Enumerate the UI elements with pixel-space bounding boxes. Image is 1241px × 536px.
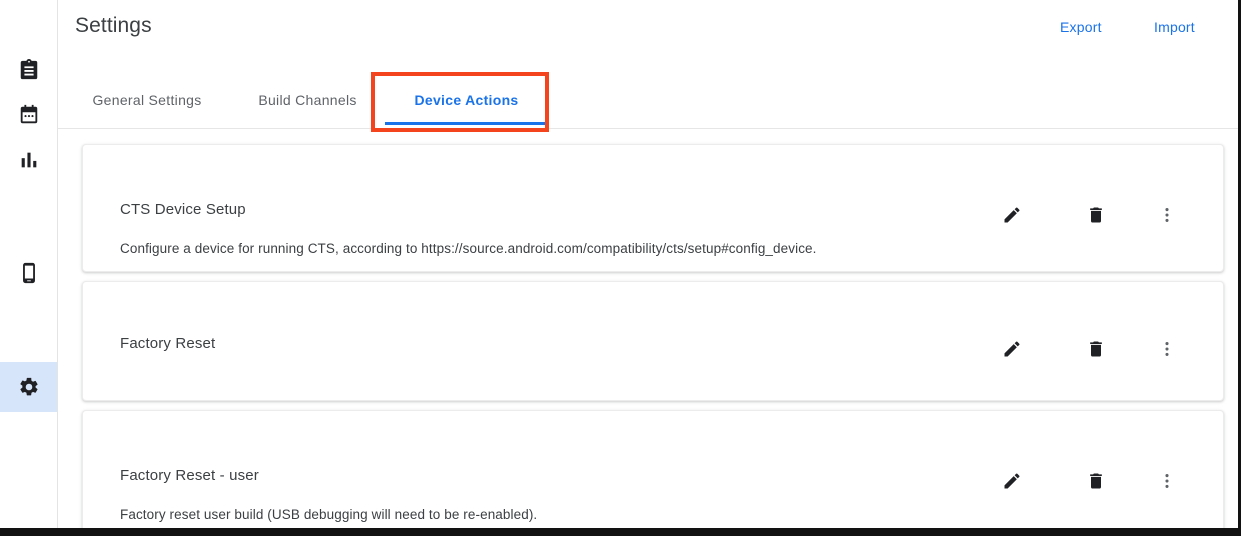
- delete-icon: [1086, 471, 1106, 491]
- calendar-icon: [18, 104, 40, 126]
- clipboard-icon: [18, 59, 40, 81]
- sidebar-item-reports[interactable]: [0, 135, 57, 185]
- more-vert-icon: [1157, 339, 1177, 359]
- delete-button[interactable]: [1076, 461, 1116, 501]
- page-title: Settings: [75, 14, 152, 37]
- more-options-button[interactable]: [1147, 461, 1187, 501]
- import-button[interactable]: Import: [1154, 19, 1195, 35]
- delete-button[interactable]: [1076, 329, 1116, 369]
- sidebar-item-devices[interactable]: [0, 248, 57, 298]
- sidebar: [0, 0, 58, 528]
- device-actions-list: CTS Device Setup Configure a device for …: [58, 129, 1238, 528]
- more-options-button[interactable]: [1147, 195, 1187, 235]
- bar-chart-icon: [18, 149, 40, 171]
- device-action-description: Factory reset user build (USB debugging …: [120, 507, 538, 522]
- app-window: Settings Export Import General Settings …: [0, 0, 1241, 536]
- sidebar-item-schedule[interactable]: [0, 90, 57, 140]
- main-content: Settings Export Import General Settings …: [58, 0, 1238, 528]
- sidebar-item-settings[interactable]: [0, 362, 57, 412]
- tab-build-channels[interactable]: Build Channels: [235, 72, 380, 128]
- edit-icon: [1002, 339, 1022, 359]
- tab-device-actions[interactable]: Device Actions: [378, 72, 555, 128]
- delete-icon: [1086, 339, 1106, 359]
- page-header: Settings Export Import: [58, 0, 1238, 72]
- more-options-button[interactable]: [1147, 329, 1187, 369]
- phone-icon: [18, 262, 40, 284]
- edit-button[interactable]: [992, 329, 1032, 369]
- device-action-card[interactable]: Factory Reset - user Factory reset user …: [82, 410, 1224, 528]
- device-action-card[interactable]: CTS Device Setup Configure a device for …: [82, 144, 1224, 272]
- export-button[interactable]: Export: [1060, 19, 1102, 35]
- gear-icon: [18, 376, 40, 398]
- device-action-title: CTS Device Setup: [120, 201, 246, 218]
- delete-icon: [1086, 205, 1106, 225]
- device-action-card[interactable]: Factory Reset: [82, 281, 1224, 401]
- more-vert-icon: [1157, 471, 1177, 491]
- edit-icon: [1002, 471, 1022, 491]
- device-action-description: Configure a device for running CTS, acco…: [120, 241, 817, 256]
- edit-button[interactable]: [992, 461, 1032, 501]
- delete-button[interactable]: [1076, 195, 1116, 235]
- tab-bar: General Settings Build Channels Device A…: [58, 72, 1238, 129]
- more-vert-icon: [1157, 205, 1177, 225]
- sidebar-item-jobs[interactable]: [0, 45, 57, 95]
- edit-button[interactable]: [992, 195, 1032, 235]
- device-action-title: Factory Reset: [120, 335, 216, 352]
- edit-icon: [1002, 205, 1022, 225]
- tab-general-settings[interactable]: General Settings: [73, 72, 221, 128]
- device-action-title: Factory Reset - user: [120, 467, 259, 484]
